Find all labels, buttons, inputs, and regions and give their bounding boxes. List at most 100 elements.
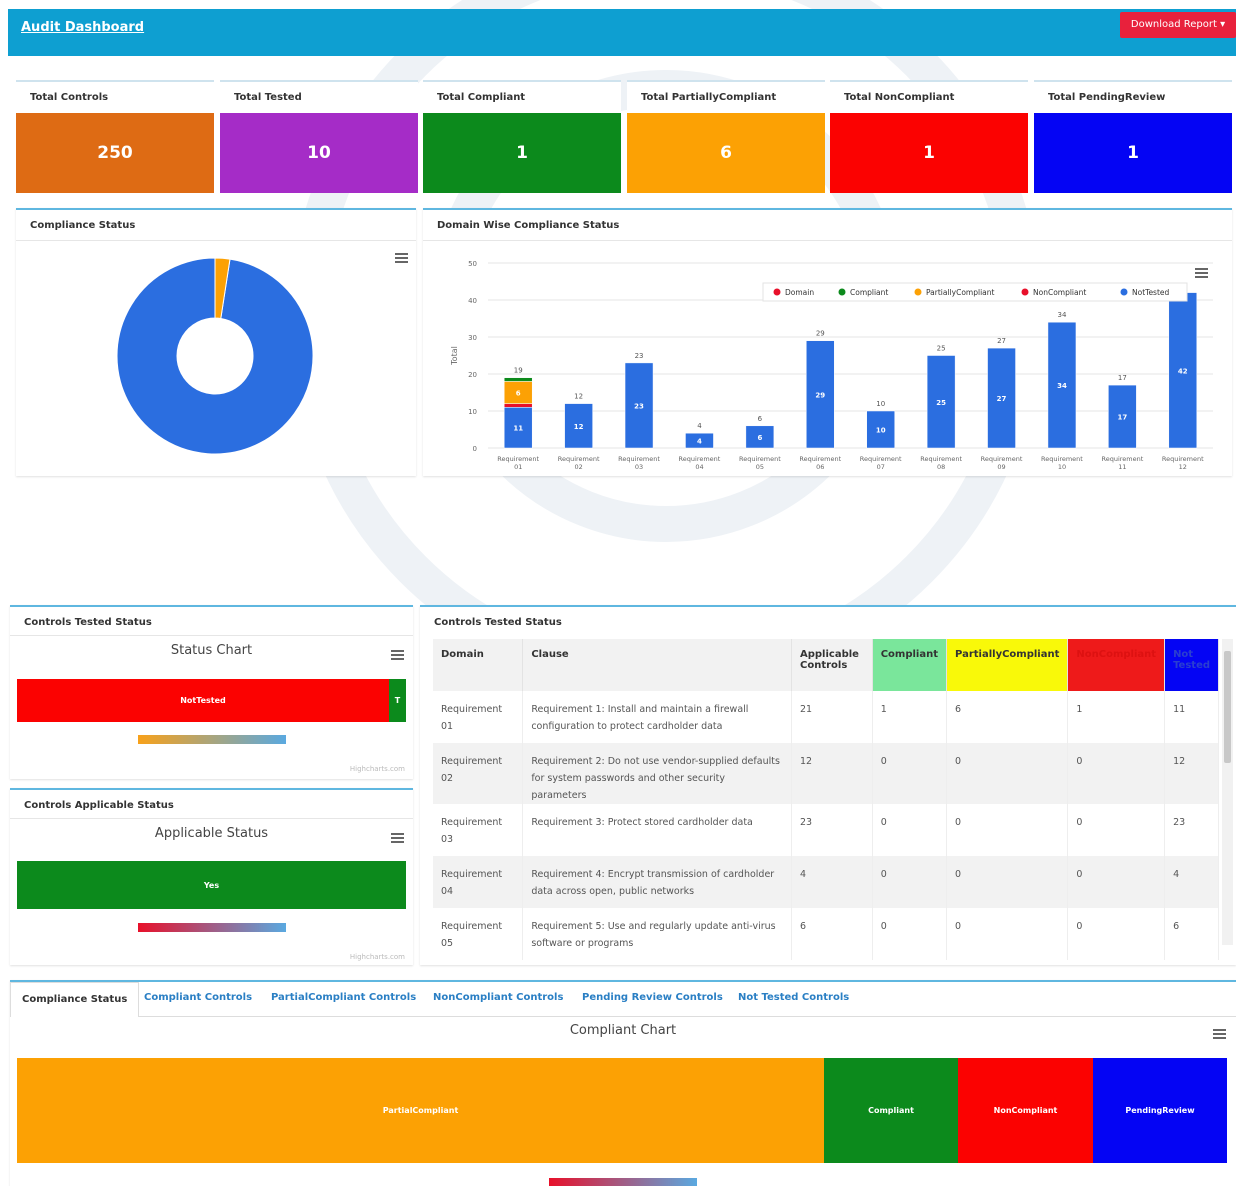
x-tick-label: Requirement xyxy=(799,455,841,463)
column-header-noncompliant[interactable]: NonCompliant xyxy=(1067,639,1166,691)
cell-not-tested: 4 xyxy=(1164,856,1219,908)
table-row: Requirement 02 Requirement 2: Do not use… xyxy=(433,743,1219,804)
cell-partially-compliant: 0 xyxy=(946,804,1069,856)
bar-total-label: 19 xyxy=(514,367,523,375)
cell-compliant: 0 xyxy=(872,908,948,960)
stat-card-total-tested: Total Tested 10 xyxy=(220,80,418,193)
cell-applicable: 6 xyxy=(791,908,873,960)
cell-partially-compliant: 0 xyxy=(946,908,1069,960)
highcharts-credit[interactable]: Highcharts.com xyxy=(350,765,405,773)
bar-compliant xyxy=(503,377,533,382)
cell-clause: Requirement 3: Protect stored cardholder… xyxy=(522,804,792,856)
compliant-chart-bar: PartialCompliant Compliant NonCompliant … xyxy=(17,1058,1227,1163)
legend-item: NotTested xyxy=(1132,288,1170,297)
controls-tested-table-panel: Controls Tested Status Domain Clause App… xyxy=(420,605,1236,965)
column-header-domain[interactable]: Domain xyxy=(433,639,524,691)
stat-value: 6 xyxy=(627,113,825,193)
download-report-button[interactable]: Download Report ▾ xyxy=(1120,12,1236,38)
color-axis-legend xyxy=(138,735,286,744)
bar-total-label: 6 xyxy=(758,415,763,423)
cell-clause: Requirement 5: Use and regularly update … xyxy=(522,908,792,960)
stat-label: Total PartiallyCompliant xyxy=(641,92,777,103)
bar-segment-tested: T xyxy=(389,679,406,722)
legend-item: PartiallyCompliant xyxy=(926,288,995,297)
bar-total-label: 4 xyxy=(697,422,702,430)
tab-noncompliant-controls[interactable]: NonCompliant Controls xyxy=(433,992,563,1003)
bar-data-label: 4 xyxy=(697,438,702,446)
stat-label: Total Controls xyxy=(30,92,109,103)
cell-noncompliant: 1 xyxy=(1067,691,1166,743)
color-axis-legend xyxy=(138,923,286,932)
color-axis-legend xyxy=(549,1178,697,1186)
bar-data-label: 17 xyxy=(1118,414,1128,422)
chart-menu-icon[interactable] xyxy=(1213,1029,1226,1039)
bar-total-label: 34 xyxy=(1057,311,1066,319)
column-header-clause[interactable]: Clause xyxy=(522,639,792,691)
x-tick-label: 08 xyxy=(937,463,945,471)
bar-data-label: 6 xyxy=(757,434,762,442)
compliance-status-panel: Compliance Status xyxy=(16,208,416,476)
legend-marker xyxy=(1021,288,1029,296)
x-tick-label: 07 xyxy=(877,463,885,471)
tab-pending-review-controls[interactable]: Pending Review Controls xyxy=(582,992,723,1003)
cell-domain: Requirement 04 xyxy=(433,856,524,908)
legend-marker xyxy=(838,288,846,296)
legend-item: NonCompliant xyxy=(1033,288,1086,297)
stat-label: Total NonCompliant xyxy=(844,92,955,103)
tab-partialcompliant-controls[interactable]: PartialCompliant Controls xyxy=(271,992,416,1003)
cell-not-tested: 23 xyxy=(1164,804,1219,856)
tab-compliant-controls[interactable]: Compliant Controls xyxy=(144,992,252,1003)
cell-applicable: 21 xyxy=(791,691,873,743)
top-header-bar: Audit Dashboard Download Report ▾ xyxy=(8,9,1236,56)
stat-label: Total Compliant xyxy=(437,92,526,103)
column-header-partially-compliant[interactable]: PartiallyCompliant xyxy=(946,639,1069,691)
page-title[interactable]: Audit Dashboard xyxy=(21,20,144,35)
x-tick-label: Requirement xyxy=(1041,455,1083,463)
x-tick-label: 11 xyxy=(1118,463,1126,471)
domain-wise-panel: Domain Wise Compliance Status 0 10 20 30 40 5… xyxy=(423,208,1232,476)
chart-menu-icon[interactable] xyxy=(391,833,404,843)
legend-marker xyxy=(1120,288,1128,296)
bar-segment-pending-review: PendingReview xyxy=(1093,1058,1227,1163)
cell-clause: Requirement 1: Install and maintain a fi… xyxy=(522,691,792,743)
cell-domain: Requirement 03 xyxy=(433,804,524,856)
cell-noncompliant: 0 xyxy=(1067,908,1166,960)
y-tick-label: 40 xyxy=(468,297,477,305)
cell-clause: Requirement 4: Encrypt transmission of c… xyxy=(522,856,792,908)
tab-not-tested-controls[interactable]: Not Tested Controls xyxy=(738,992,849,1003)
legend-item: Domain xyxy=(785,288,814,297)
cell-partially-compliant: 6 xyxy=(946,691,1069,743)
panel-title: Controls Tested Status xyxy=(24,617,152,628)
highcharts-credit[interactable]: Highcharts.com xyxy=(350,953,405,961)
cell-domain: Requirement 05 xyxy=(433,908,524,960)
chart-title: Compliant Chart xyxy=(569,1023,677,1038)
bar-data-label: 11 xyxy=(513,425,523,433)
stat-card-total-controls: Total Controls 250 xyxy=(16,80,214,193)
stat-card-total-partially-compliant: Total PartiallyCompliant 6 xyxy=(627,80,825,193)
legend-marker xyxy=(773,288,781,296)
tab-compliance-status[interactable]: Compliance Status xyxy=(10,982,140,1017)
bar-data-label: 27 xyxy=(997,395,1007,403)
controls-tested-table: Domain Clause Applicable Controls Compli… xyxy=(433,639,1219,960)
bar-data-label: 25 xyxy=(936,399,946,407)
x-tick-label: Requirement xyxy=(1162,455,1204,463)
bar-data-label: 6 xyxy=(516,390,521,398)
chart-title: Applicable Status xyxy=(154,826,269,841)
table-scrollbar[interactable] xyxy=(1222,639,1233,945)
cell-noncompliant: 0 xyxy=(1067,804,1166,856)
column-header-not-tested[interactable]: Not Tested xyxy=(1164,639,1219,691)
x-tick-label: 12 xyxy=(1179,463,1187,471)
table-row: Requirement 05 Requirement 5: Use and re… xyxy=(433,908,1219,960)
x-tick-label: 01 xyxy=(514,463,522,471)
column-header-applicable[interactable]: Applicable Controls xyxy=(791,639,873,691)
bar-data-label: 10 xyxy=(876,427,886,435)
y-axis-label: Total xyxy=(450,346,459,366)
column-header-compliant[interactable]: Compliant xyxy=(872,639,948,691)
scrollbar-thumb[interactable] xyxy=(1224,651,1231,763)
cell-not-tested: 6 xyxy=(1164,908,1219,960)
x-tick-label: Requirement xyxy=(920,455,962,463)
x-tick-label: Requirement xyxy=(739,455,781,463)
cell-not-tested: 12 xyxy=(1164,743,1219,804)
y-tick-label: 30 xyxy=(468,334,477,342)
chart-menu-icon[interactable] xyxy=(391,650,404,660)
